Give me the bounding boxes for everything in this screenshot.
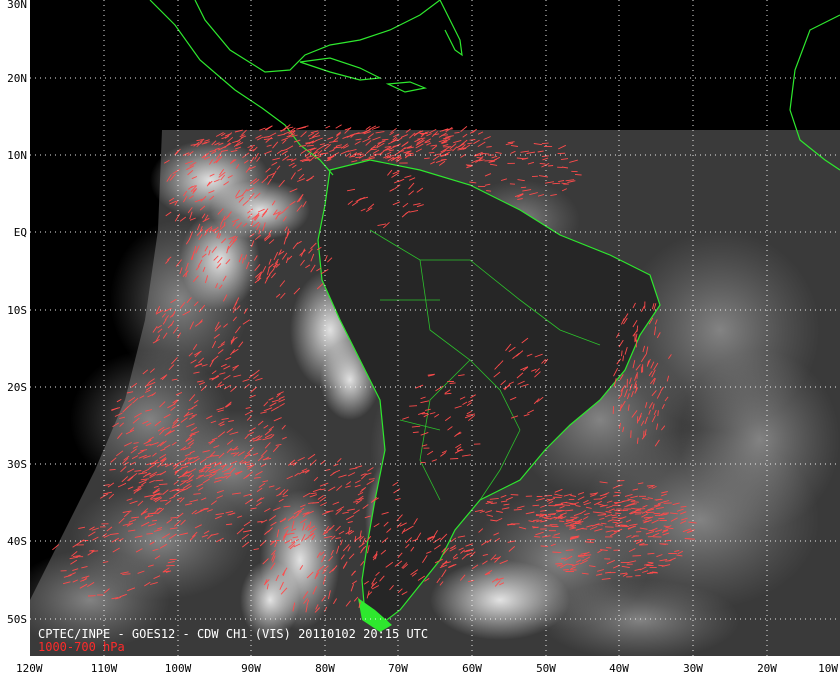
wind-vector [373, 153, 383, 155]
longitude-label: 30W [683, 662, 703, 675]
wind-vector [283, 505, 291, 508]
latitude-label: 20S [7, 381, 27, 394]
longitude-label: 120W [16, 662, 43, 675]
latitude-label: 20N [7, 72, 27, 85]
wind-vector [151, 519, 158, 522]
wind-vector [562, 504, 571, 506]
longitude-label: 60W [462, 662, 482, 675]
wind-vector [592, 511, 598, 513]
longitude-label: 10W [818, 662, 838, 675]
longitude-label: 50W [536, 662, 556, 675]
longitude-label: 110W [91, 662, 118, 675]
wind-vector [612, 521, 618, 524]
wind-vector [647, 572, 654, 574]
wind-vector [532, 504, 540, 507]
wind-vector [687, 538, 696, 540]
wind-vector [541, 155, 549, 157]
wind-vector [621, 350, 623, 357]
wind-vector [569, 503, 576, 505]
wind-vector [441, 134, 449, 136]
wind-vector [589, 493, 598, 495]
longitude-label: 20W [757, 662, 777, 675]
wind-vector [565, 519, 574, 521]
wind-vector [657, 410, 659, 417]
latitude-label: 50S [7, 613, 27, 626]
wind-vector [368, 478, 375, 480]
wind-vector [622, 509, 629, 512]
latitude-label: 30S [7, 458, 27, 471]
wind-vector [630, 501, 639, 503]
wind-vector [449, 382, 456, 384]
wind-vector [574, 173, 582, 176]
latitude-label: 10S [7, 304, 27, 317]
wind-vector [486, 501, 493, 503]
cloud-patch [540, 580, 740, 656]
wind-vector [654, 498, 663, 501]
latitude-label: EQ [14, 226, 27, 239]
wind-vector [513, 508, 522, 511]
wind-vector [533, 519, 539, 522]
satellite-wind-map: CPTEC/INPE - GOES12 - CDW CH1 (VIS) 2011… [0, 0, 840, 680]
wind-vector [555, 563, 563, 565]
wind-vector [409, 405, 418, 407]
wind-vector [552, 551, 562, 554]
map-caption: CPTEC/INPE - GOES12 - CDW CH1 (VIS) 2011… [38, 627, 428, 641]
wind-vector [559, 520, 565, 523]
longitude-label: 100W [165, 662, 192, 675]
wind-vector [565, 549, 574, 551]
wind-vector [539, 162, 546, 165]
wind-vector [257, 520, 263, 523]
wind-vector [412, 431, 419, 434]
wind-vector [109, 468, 116, 471]
latitude-label: 30N [7, 0, 27, 11]
longitude-label: 70W [388, 662, 408, 675]
wind-vector [552, 182, 561, 185]
wind-vector [122, 573, 131, 575]
wind-vector [534, 536, 541, 538]
wind-vector [540, 545, 549, 547]
pressure-level-caption: 1000-700 hPa [38, 640, 125, 654]
wind-vector [170, 517, 177, 519]
longitude-label: 80W [315, 662, 335, 675]
longitude-label: 90W [241, 662, 261, 675]
wind-vector [548, 165, 554, 167]
longitude-label: 40W [609, 662, 629, 675]
latitude-label: 40S [7, 535, 27, 548]
wind-vector [541, 142, 549, 145]
wind-vector [520, 186, 527, 189]
cloud-patch [680, 350, 840, 530]
latitude-label: 10N [7, 149, 27, 162]
